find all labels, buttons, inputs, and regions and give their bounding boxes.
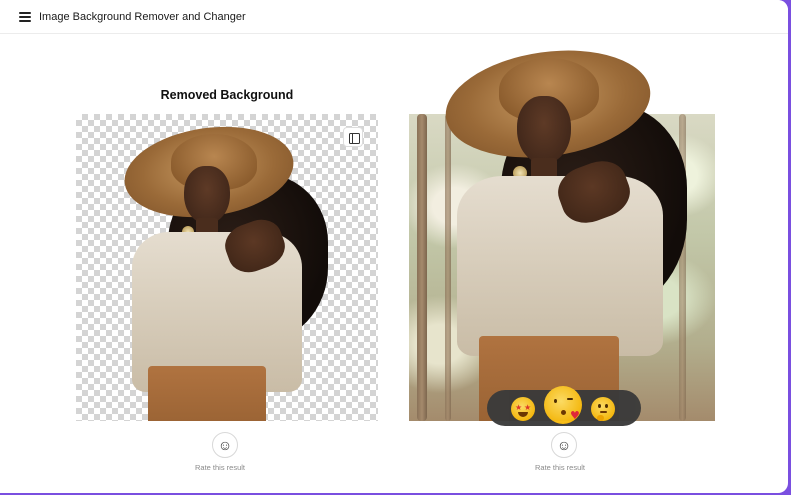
reaction-bar: ★ ★ ♥: [487, 386, 641, 426]
removed-background-title: Removed Background: [160, 88, 294, 102]
kissing-heart-emoji-icon[interactable]: ♥: [544, 386, 582, 424]
split-view-icon[interactable]: [343, 127, 363, 147]
top-bar: Image Background Remover and Changer: [0, 0, 788, 34]
subject-cutout: [76, 114, 378, 421]
thinking-emoji-icon[interactable]: [591, 397, 615, 421]
hamburger-menu-icon[interactable]: [19, 12, 31, 22]
rate-label-left: Rate this result: [194, 463, 246, 472]
star-struck-emoji-icon[interactable]: ★ ★: [511, 397, 535, 421]
subject-composited: [409, 38, 715, 421]
app-title: Image Background Remover and Changer: [39, 11, 246, 23]
rate-label-right: Rate this result: [534, 463, 586, 472]
rate-result-button-right[interactable]: ☺: [551, 432, 577, 458]
removed-background-image: [76, 114, 378, 421]
app-window: Image Background Remover and Changer Rem…: [0, 0, 788, 493]
rate-result-button-left[interactable]: ☺: [212, 432, 238, 458]
